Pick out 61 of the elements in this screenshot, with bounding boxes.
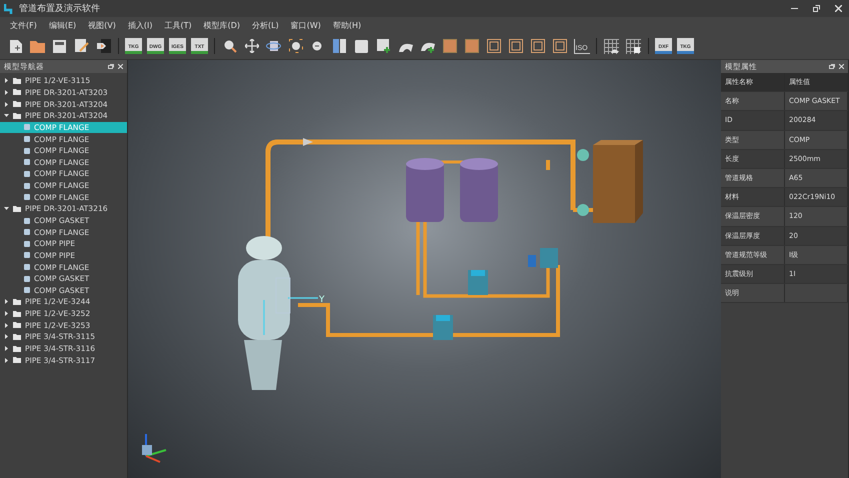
menu-item[interactable]: 窗口(W)	[284, 17, 327, 33]
grid-icon	[604, 38, 619, 54]
zoom-fit-icon	[288, 39, 302, 53]
toolbar-button[interactable]	[624, 36, 643, 56]
expand-caret-icon[interactable]	[4, 90, 9, 95]
zoom-out-icon	[311, 40, 324, 52]
split-view-icon	[333, 39, 346, 53]
expand-caret-icon[interactable]	[4, 102, 9, 107]
window-title: 管道布置及演示软件	[19, 2, 101, 15]
menu-item[interactable]: 分析(L)	[246, 17, 285, 33]
toolbar-button[interactable]	[286, 36, 305, 56]
close-icon[interactable]	[839, 64, 844, 69]
collapse-caret-icon[interactable]	[4, 206, 9, 212]
close-icon[interactable]	[118, 64, 123, 69]
folder-icon	[30, 40, 45, 52]
collapse-caret-icon[interactable]	[4, 113, 9, 118]
expand-caret-icon[interactable]	[4, 311, 9, 316]
expand-caret-icon[interactable]	[4, 299, 9, 304]
move-arrows-icon	[244, 39, 258, 53]
wireframe-box-icon	[552, 39, 566, 53]
folder-icon	[13, 206, 21, 212]
rotate-view-icon	[266, 39, 281, 53]
minimize-icon	[790, 8, 798, 9]
wireframe-box-icon	[508, 39, 522, 53]
grid-icon	[626, 38, 641, 54]
toolbar-button[interactable]	[330, 36, 349, 56]
menu-item[interactable]: 帮助(H)	[326, 17, 368, 33]
new-file-icon	[8, 38, 22, 54]
app-logo-icon	[4, 4, 14, 14]
menu-item[interactable]: 工具(T)	[158, 17, 198, 33]
axis-triad-icon	[142, 434, 166, 463]
search-icon	[222, 39, 236, 53]
float-panel-icon[interactable]	[829, 64, 835, 69]
toolbar-button[interactable]	[242, 36, 261, 56]
toolbar-button[interactable]	[94, 36, 113, 56]
close-icon[interactable]	[834, 5, 842, 12]
wireframe-box-icon	[530, 39, 544, 53]
3d-viewport[interactable]: Y	[128, 60, 721, 478]
menu-item[interactable]: 文件(F)	[4, 17, 43, 33]
axis-label: Y	[319, 295, 324, 305]
float-panel-icon[interactable]	[108, 64, 114, 69]
expand-caret-icon[interactable]	[4, 78, 9, 84]
menu-item[interactable]: 编辑(E)	[42, 17, 82, 33]
box-icon	[355, 40, 368, 52]
menu-item[interactable]: 插入(I)	[122, 17, 158, 33]
menu-item[interactable]: 视图(V)	[82, 17, 122, 33]
edit-document-icon	[74, 39, 88, 53]
save-icon	[53, 40, 66, 52]
toolbar-button[interactable]	[374, 36, 393, 56]
shaded-box-icon	[464, 39, 478, 53]
expand-caret-icon[interactable]	[4, 358, 9, 363]
menu-item[interactable]: 模型库(D)	[198, 17, 246, 33]
box-add-icon	[376, 39, 390, 53]
restore-icon	[812, 5, 820, 12]
expand-caret-icon[interactable]	[4, 334, 9, 340]
toolbar-button[interactable]	[602, 36, 621, 56]
shaded-box-icon	[442, 39, 456, 53]
wireframe-box-icon	[486, 39, 500, 53]
expand-caret-icon[interactable]	[4, 322, 9, 328]
expand-caret-icon[interactable]	[4, 346, 9, 352]
import-icon	[96, 39, 110, 53]
